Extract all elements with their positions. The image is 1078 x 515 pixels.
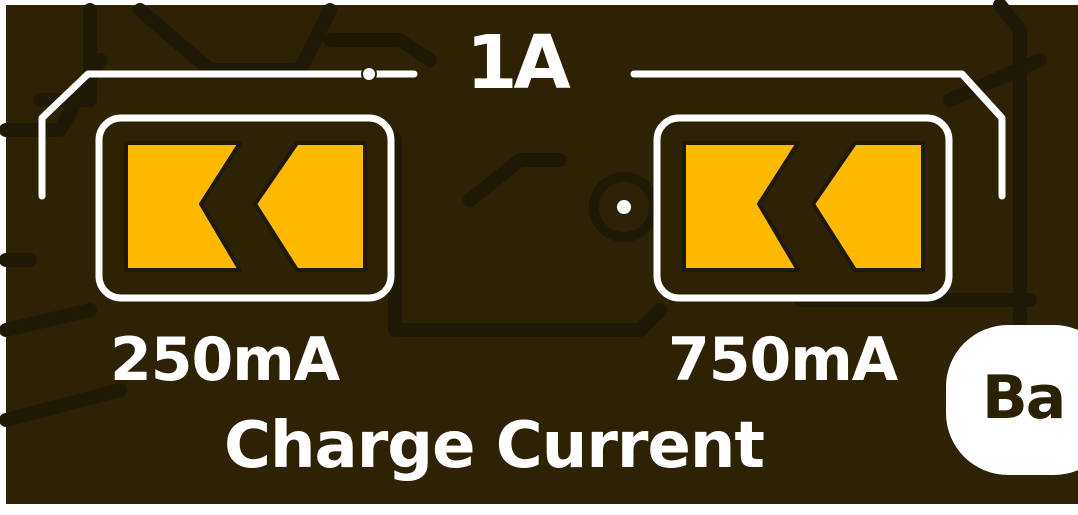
right-solder-jumper-icon <box>653 114 953 302</box>
left-current-label: 250mA <box>110 325 340 395</box>
silkscreen-dot <box>361 66 377 82</box>
via-icon <box>589 172 659 242</box>
top-current-label: 1A <box>466 20 571 106</box>
pcb-board: Ba 1A 250mA 750mA Charge Current <box>0 0 1078 511</box>
right-current-label: 750mA <box>668 325 898 395</box>
charge-current-caption: Charge Current <box>224 409 765 483</box>
badge-text: Ba <box>982 363 1066 433</box>
left-solder-jumper-icon <box>95 114 395 302</box>
